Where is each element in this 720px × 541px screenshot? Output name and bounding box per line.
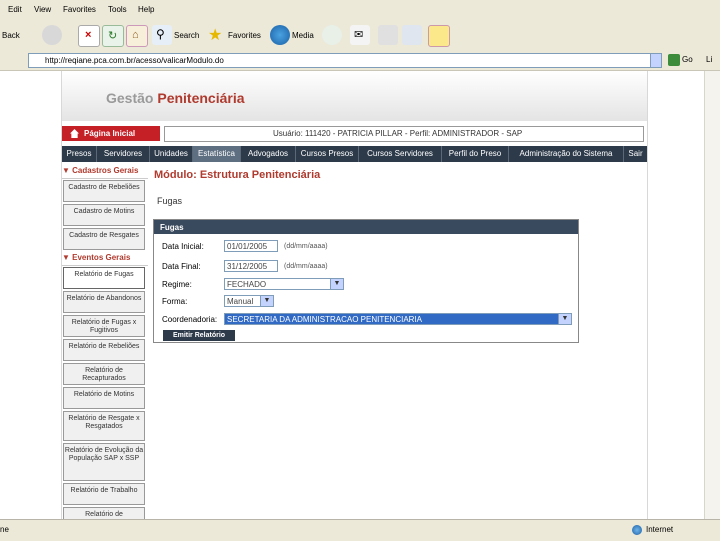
- chevron-down-icon: ▼: [260, 296, 273, 306]
- sidebar-item-cadastro-rebelioes[interactable]: Cadastro de Rebeliões: [63, 180, 145, 202]
- history-icon[interactable]: [322, 25, 342, 45]
- menu-edit[interactable]: Edit: [8, 5, 22, 14]
- sidebar-item-relatorio-rebelioes[interactable]: Relatório de Rebeliões: [63, 339, 145, 361]
- web-page: Gestão Penitenciária Página Inicial Usuá…: [61, 71, 648, 519]
- refresh-icon[interactable]: ↻: [102, 25, 124, 47]
- sidebar-item-relatorio-next[interactable]: Relatório de: [63, 507, 145, 519]
- menu-help[interactable]: Help: [138, 5, 154, 14]
- coordenadoria-select[interactable]: SECRETARIA DA ADMINISTRACAO PENITENCIARI…: [224, 313, 572, 325]
- sidebar-item-relatorio-evolucao[interactable]: Relatório de Evolução da População SAP x…: [63, 443, 145, 481]
- edit-icon[interactable]: [402, 25, 422, 45]
- triangle-down-icon: ▼: [62, 253, 73, 262]
- form-header: Fugas: [154, 220, 578, 234]
- forward-icon[interactable]: [42, 25, 62, 45]
- toolbar: Back × ↻ ⌂ ⚲ Search ★ Favorites Media ✉: [0, 20, 720, 51]
- logo-part1: Gestão: [106, 90, 154, 106]
- nav-cursos-servidores[interactable]: Cursos Servidores: [359, 146, 442, 162]
- print-icon[interactable]: [378, 25, 398, 45]
- menu-tools[interactable]: Tools: [108, 5, 127, 14]
- chevron-down-icon: ▼: [558, 314, 571, 324]
- sidebar-item-relatorio-fugas-fugitivos[interactable]: Relatório de Fugas x Fugitivos: [63, 315, 145, 337]
- search-icon[interactable]: ⚲: [152, 25, 172, 45]
- nav-sair[interactable]: Sair: [624, 146, 647, 162]
- page-subtitle: Fugas: [157, 196, 183, 206]
- forma-value: Manual: [227, 297, 254, 306]
- sidebar-item-relatorio-recapturados[interactable]: Relatório de Recapturados: [63, 363, 145, 385]
- home-link[interactable]: Página Inicial: [62, 126, 160, 141]
- messenger-icon[interactable]: [428, 25, 450, 47]
- fugas-form: Fugas Data Inicial: 01/01/2005 (dd/mm/aa…: [153, 219, 579, 343]
- mail-icon[interactable]: ✉: [350, 25, 370, 45]
- home-icon[interactable]: ⌂: [126, 25, 148, 47]
- nav-administracao[interactable]: Administração do Sistema: [509, 146, 624, 162]
- back-button[interactable]: Back: [2, 31, 20, 40]
- nav-estatistica[interactable]: Estatística: [193, 146, 241, 162]
- nav-presos[interactable]: Presos: [62, 146, 97, 162]
- status-bar: ne Internet: [0, 519, 720, 541]
- nav-perfil-preso[interactable]: Perfil do Preso: [442, 146, 509, 162]
- sidebar-item-relatorio-fugas[interactable]: Relatório de Fugas: [63, 267, 145, 289]
- menu-view[interactable]: View: [34, 5, 51, 14]
- data-inicial-label: Data Inicial:: [162, 242, 204, 251]
- sidebar-item-relatorio-resgate[interactable]: Relatório de Resgate x Resgatados: [63, 411, 145, 441]
- go-button[interactable]: Go: [682, 55, 693, 64]
- home-icon: [70, 129, 79, 138]
- sidebar-section-cadastros[interactable]: ▼ Cadastros Gerais: [62, 166, 148, 179]
- go-icon[interactable]: [668, 54, 680, 66]
- sidebar-item-relatorio-motins[interactable]: Relatório de Motins: [63, 387, 145, 409]
- zone-label: Internet: [646, 525, 674, 534]
- data-final-input[interactable]: 31/12/2005: [224, 260, 278, 272]
- forma-label: Forma:: [162, 297, 188, 306]
- sidebar-item-relatorio-abandonos[interactable]: Relatório de Abandonos: [63, 291, 145, 313]
- site-banner: Gestão Penitenciária: [62, 71, 647, 121]
- nav-unidades[interactable]: Unidades: [150, 146, 193, 162]
- favorites-icon[interactable]: ★: [206, 25, 226, 45]
- regime-value: FECHADO: [227, 280, 267, 289]
- main-nav: Presos Servidores Unidades Estatística A…: [62, 146, 647, 162]
- regime-select[interactable]: FECHADO ▼: [224, 278, 344, 290]
- menu-favorites[interactable]: Favorites: [63, 5, 96, 14]
- emitir-relatorio-button[interactable]: Emitir Relatório: [163, 330, 235, 341]
- page-title: Módulo: Estrutura Penitenciária: [154, 169, 321, 181]
- internet-zone-icon: [632, 525, 642, 535]
- triangle-down-icon: ▼: [62, 166, 73, 175]
- regime-label: Regime:: [162, 280, 192, 289]
- status-text: ne: [0, 525, 9, 534]
- data-final-label: Data Final:: [162, 262, 201, 271]
- forma-select[interactable]: Manual ▼: [224, 295, 274, 307]
- nav-cursos-presos[interactable]: Cursos Presos: [296, 146, 359, 162]
- nav-advogados[interactable]: Advogados: [241, 146, 296, 162]
- stop-icon[interactable]: ×: [78, 25, 100, 47]
- chevron-down-icon: ▼: [330, 279, 343, 289]
- media-icon[interactable]: [270, 25, 290, 45]
- sidebar-section-eventos[interactable]: ▼ Eventos Gerais: [62, 253, 148, 266]
- user-info-bar: Usuário: 111420 - PATRICIA PILLAR - Perf…: [164, 126, 644, 142]
- site-logo: Gestão Penitenciária: [106, 90, 245, 106]
- coordenadoria-value: SECRETARIA DA ADMINISTRACAO PENITENCIARI…: [227, 315, 422, 324]
- address-input[interactable]: http://reqiane.pca.com.br/acesso/valicar…: [28, 53, 660, 68]
- sidebar: ▼ Cadastros Gerais Cadastro de Rebeliões…: [62, 166, 148, 519]
- links-label[interactable]: Li: [706, 55, 712, 64]
- form-title: Fugas: [160, 223, 184, 232]
- address-url: http://reqiane.pca.com.br/acesso/valicar…: [45, 56, 224, 65]
- address-bar: http://reqiane.pca.com.br/acesso/valicar…: [0, 50, 720, 71]
- address-dropdown-icon[interactable]: [650, 53, 662, 68]
- menu-bar: Edit View Favorites Tools Help: [0, 0, 720, 20]
- nav-servidores[interactable]: Servidores: [97, 146, 150, 162]
- data-inicial-hint: (dd/mm/aaaa): [284, 243, 328, 250]
- vertical-scrollbar[interactable]: [704, 71, 720, 519]
- sidebar-item-relatorio-trabalho[interactable]: Relatório de Trabalho: [63, 483, 145, 505]
- data-inicial-input[interactable]: 01/01/2005: [224, 240, 278, 252]
- sidebar-item-cadastro-motins[interactable]: Cadastro de Motins: [63, 204, 145, 226]
- user-info: Usuário: 111420 - PATRICIA PILLAR - Perf…: [273, 129, 523, 138]
- data-final-hint: (dd/mm/aaaa): [284, 263, 328, 270]
- sidebar-item-cadastro-resgates[interactable]: Cadastro de Resgates: [63, 228, 145, 250]
- favorites-button[interactable]: Favorites: [228, 31, 261, 40]
- home-label: Página Inicial: [84, 129, 136, 138]
- search-button[interactable]: Search: [174, 31, 199, 40]
- coordenadoria-label: Coordenadoria:: [162, 315, 218, 324]
- logo-part2: Penitenciária: [157, 90, 245, 106]
- browser-viewport: Gestão Penitenciária Página Inicial Usuá…: [0, 71, 720, 519]
- media-button[interactable]: Media: [292, 31, 314, 40]
